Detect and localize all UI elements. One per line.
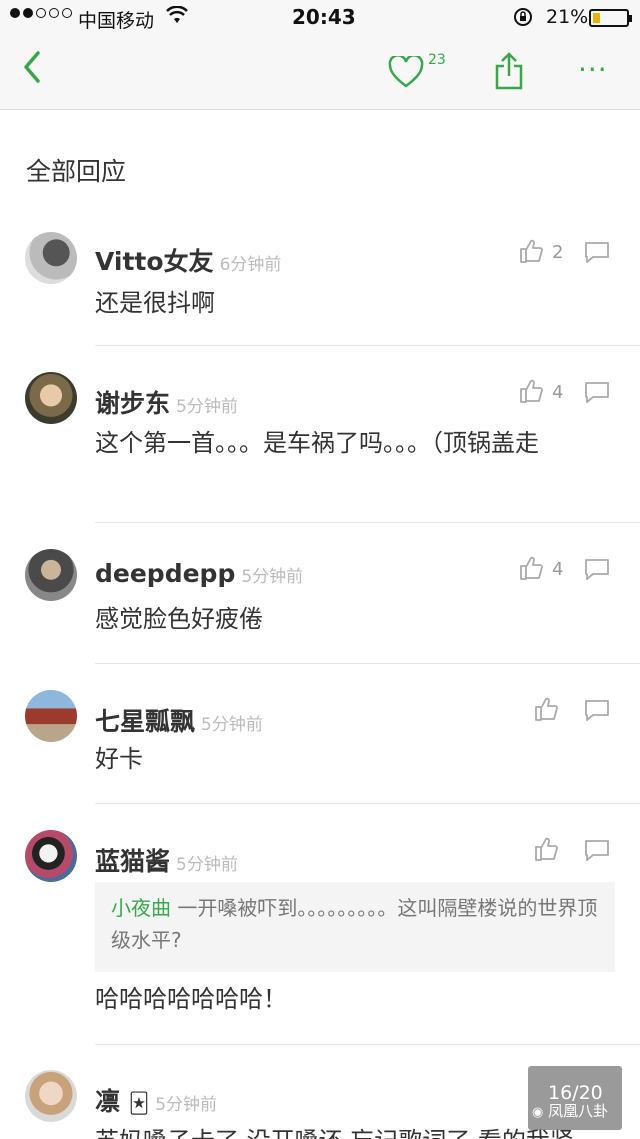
timestamp: 6分钟前 [219,255,282,275]
quoted-reply[interactable]: 小夜曲 一开嗓被吓到。。。。。。。。。这叫隔壁楼说的世界顶级水平? [95,882,615,972]
clock: 20:43 [292,5,356,29]
username[interactable]: Vitto女友 [95,247,214,276]
battery-percent: 21% [546,6,589,28]
timestamp: 5分钟前 [176,855,238,875]
reply-icon[interactable] [583,240,611,268]
timestamp: 5分钟前 [176,397,238,417]
username[interactable]: 谢步东 [95,389,170,418]
carrier-name: 中国移动 [78,10,155,32]
username[interactable]: deepdepp [95,559,235,588]
rotation-lock-icon [513,7,533,32]
timestamp: 5分钟前 [155,1095,218,1115]
quoted-text: 一开嗓被吓到。。。。。。。。。这叫隔壁楼说的世界顶级水平? [111,896,598,952]
quoted-username[interactable]: 小夜曲 [111,896,171,920]
signal-icon [10,8,72,18]
section-title: 全部回应 [26,157,127,186]
timestamp: 5分钟前 [201,715,263,735]
divider [95,345,640,346]
like-count: 4 [552,382,564,403]
username-row[interactable]: Vitto女友 6分钟前 [95,242,281,278]
heart-icon[interactable] [388,54,424,92]
avatar[interactable] [25,830,77,882]
nav-bar: 23 ··· [0,36,640,110]
thumbs-up-icon[interactable] [533,696,559,726]
thumbs-up-icon[interactable] [518,555,544,585]
thumbs-up-icon[interactable] [533,836,559,866]
divider [95,803,640,804]
avatar[interactable] [25,690,77,742]
comment-text: 哈哈哈哈哈哈哈！ [95,985,287,1013]
username-row[interactable]: 谢步东 5分钟前 [95,384,238,420]
back-button[interactable] [22,50,42,91]
username[interactable]: 七星瓢飘 [95,707,195,736]
status-bar: 中国移动 20:43 21% [0,0,640,36]
timestamp: 5分钟前 [241,567,304,587]
comment-text: 好卡 [95,745,143,773]
watermark-text: 凤凰八卦 [548,1102,609,1120]
more-button[interactable]: ··· [578,56,608,84]
username[interactable]: 蓝猫酱 [95,847,170,876]
watermark: ◉ 凤凰八卦 [532,1100,608,1121]
avatar[interactable] [25,1070,77,1122]
like-count: 23 [428,52,446,68]
battery-icon [589,9,632,27]
thumbs-up-icon[interactable] [518,378,544,408]
username-row[interactable]: deepdepp 5分钟前 [95,559,303,588]
username[interactable]: 凛 [95,1087,120,1116]
divider [95,663,640,664]
thumbs-up-icon[interactable] [518,238,544,268]
share-icon[interactable] [494,52,524,94]
avatar[interactable] [25,549,77,601]
comment-text: 还是很抖啊 [95,289,215,317]
username-row[interactable]: 七星瓢飘 5分钟前 [95,702,263,738]
like-count: 2 [552,242,564,263]
reply-icon[interactable] [583,838,611,866]
comment-text: 感觉脸色好疲倦 [95,605,263,633]
reply-icon[interactable] [583,380,611,408]
wechat-icon: ◉ [532,1105,544,1120]
joker-emoji: 🃏 [128,1091,150,1115]
wifi-icon [166,5,188,29]
reply-icon[interactable] [583,698,611,726]
username-row[interactable]: 凛 🃏 5分钟前 [95,1082,217,1118]
comment-text: 这个第一首。。。是车祸了吗。。。（顶锅盖走 [95,429,539,457]
avatar[interactable] [25,372,77,424]
divider [95,1044,640,1045]
like-count: 4 [552,559,564,580]
avatar[interactable] [25,232,77,284]
username-row[interactable]: 蓝猫酱 5分钟前 [95,842,238,878]
reply-icon[interactable] [583,557,611,585]
divider [95,522,640,523]
